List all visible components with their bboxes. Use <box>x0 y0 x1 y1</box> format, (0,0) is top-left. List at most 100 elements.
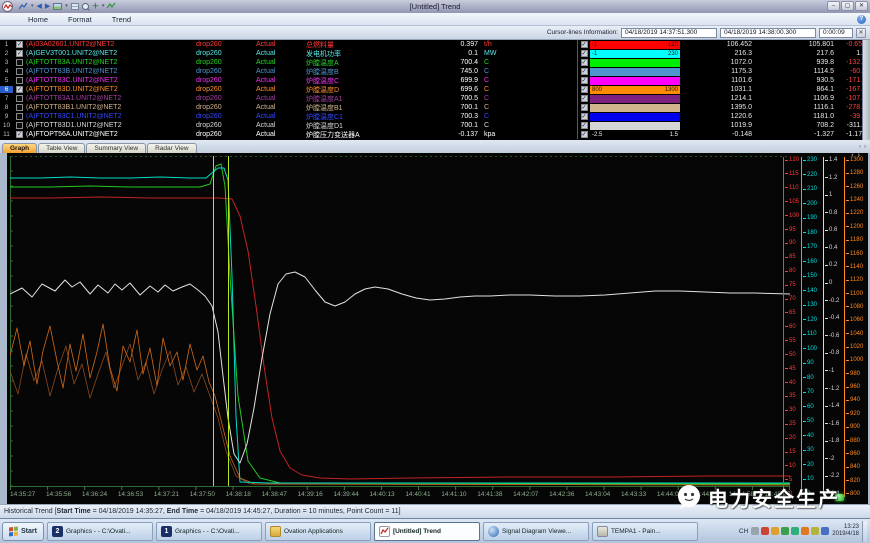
pen-checkbox[interactable] <box>16 104 23 111</box>
start-button[interactable]: Start <box>2 522 44 541</box>
page-right-icon[interactable]: › <box>858 152 860 159</box>
axis-tick: 30 <box>785 407 798 413</box>
pen-color-swatch[interactable]: -1120 <box>590 41 680 49</box>
tab-summary-view[interactable]: Summary View <box>86 143 146 153</box>
row-number[interactable]: 7 <box>0 95 13 102</box>
folder-icon <box>270 526 281 537</box>
axis-tick-label: 1.4 <box>829 157 837 163</box>
taskbar-button[interactable]: 1Graphics - - C:\Ovati... <box>156 522 262 541</box>
tray-icon[interactable] <box>791 527 799 535</box>
row-number[interactable]: 9 <box>0 113 13 120</box>
pen-checkbox[interactable] <box>16 95 23 102</box>
row-number[interactable]: 11 <box>0 131 13 138</box>
axis-tick-label: 150 <box>807 273 817 279</box>
tray-icon[interactable] <box>771 527 779 535</box>
time-tick-label: 14:41:38 <box>477 491 502 498</box>
pen-color-swatch[interactable] <box>590 68 680 76</box>
pen-mode: Actual <box>256 50 306 57</box>
tab-scroll-right-icon[interactable]: › <box>864 144 866 150</box>
pen-visible-checkbox[interactable]: ✓ <box>581 122 588 129</box>
table-scrollbar[interactable] <box>862 40 870 140</box>
pen-visible-checkbox[interactable]: ✓ <box>581 77 588 84</box>
pen-color-swatch[interactable]: -2.51.5 <box>590 131 680 139</box>
tray-icon[interactable] <box>801 527 809 535</box>
pen-color-swatch[interactable] <box>590 113 680 121</box>
signal-icon <box>488 526 499 537</box>
tray-icon[interactable] <box>781 527 789 535</box>
pen-checkbox[interactable]: ✓ <box>16 86 23 93</box>
pen-color-swatch[interactable]: -1230 <box>590 50 680 58</box>
pen-checkbox[interactable] <box>16 68 23 75</box>
scale-max: 230 <box>668 51 678 57</box>
axis-tick-label: 85 <box>789 254 796 260</box>
pen-checkbox[interactable]: ✓ <box>16 41 23 48</box>
row-number[interactable]: 5 <box>0 77 13 84</box>
tab-radar-view[interactable]: Radar View <box>147 143 196 153</box>
pen-visible-checkbox[interactable]: ✓ <box>581 113 588 120</box>
pen-checkbox[interactable] <box>16 59 23 66</box>
menu-trend[interactable]: Trend <box>112 15 131 24</box>
maximize-button[interactable]: ▢ <box>841 1 854 11</box>
show-desktop-button[interactable] <box>862 521 867 542</box>
tray-icon[interactable] <box>821 527 829 535</box>
taskbar-clock[interactable]: 13:232019/4/18 <box>832 524 859 538</box>
tab-graph[interactable]: Graph <box>2 143 37 153</box>
cursor1-time-field[interactable]: 04/18/2019 14:37:51.300 <box>621 28 717 38</box>
menu-home[interactable]: Home <box>28 15 48 24</box>
axis-tick: 120 <box>803 317 820 323</box>
pen-visible-checkbox[interactable]: ✓ <box>581 59 588 66</box>
close-cursor-info-icon[interactable]: ✕ <box>856 28 866 38</box>
pen-visible-checkbox[interactable]: ✓ <box>581 86 588 93</box>
row-number[interactable]: 3 <box>0 59 13 66</box>
tab-table-view[interactable]: Table View <box>38 143 85 153</box>
taskbar-button[interactable]: [Untitled] Trend <box>374 522 480 541</box>
pen-checkbox[interactable] <box>16 113 23 120</box>
page-left-icon[interactable]: ‹ <box>851 152 853 159</box>
axis-tick-label: 860 <box>850 451 860 457</box>
taskbar-button[interactable]: Signal Diagram Viewe... <box>483 522 589 541</box>
row-number[interactable]: 2 <box>0 50 13 57</box>
menu-format[interactable]: Format <box>68 15 92 24</box>
row-number[interactable]: 8 <box>0 104 13 111</box>
language-indicator[interactable]: CH <box>739 528 748 535</box>
row-number[interactable]: 6 <box>0 86 13 93</box>
windows-flag-icon <box>9 526 18 536</box>
tray-icon[interactable] <box>811 527 819 535</box>
pen-checkbox[interactable]: ✓ <box>16 131 23 138</box>
help-icon[interactable]: ? <box>857 15 866 24</box>
pen-visible-checkbox[interactable]: ✓ <box>581 41 588 48</box>
tab-scroll-left-icon[interactable]: ‹ <box>859 144 861 150</box>
row-number[interactable]: 1 <box>0 41 13 48</box>
pen-color-swatch[interactable] <box>590 104 680 112</box>
close-button[interactable]: ✕ <box>855 1 868 11</box>
pen-color-swatch[interactable] <box>590 77 680 85</box>
pen-color-swatch[interactable] <box>590 122 680 130</box>
row-number[interactable]: 10 <box>0 122 13 129</box>
pen-checkbox[interactable] <box>16 77 23 84</box>
taskbar-button[interactable]: Ovation Applications <box>265 522 371 541</box>
axis-tick: 110 <box>803 331 820 337</box>
graph-canvas[interactable]: 14:35:2714:35:5614:36:2414:36:5314:37:21… <box>7 153 868 504</box>
pen-visible-checkbox[interactable]: ✓ <box>581 50 588 57</box>
axis-tick-label: 50 <box>789 352 796 358</box>
pen-checkbox[interactable] <box>16 122 23 129</box>
pen-color-swatch[interactable] <box>590 95 680 103</box>
pen-visible-checkbox[interactable]: ✓ <box>581 104 588 111</box>
row-number[interactable]: 4 <box>0 68 13 75</box>
pen-color-swatch[interactable] <box>590 59 680 67</box>
axis-tick: 25 <box>785 421 798 427</box>
pen-checkbox[interactable]: ✓ <box>16 50 23 57</box>
pen-color-swatch[interactable]: 8001300 <box>590 86 680 94</box>
tray-icon[interactable] <box>761 527 769 535</box>
series-total-fuel <box>10 197 790 479</box>
taskbar-button[interactable]: TEMPA1 - Pain... <box>592 522 698 541</box>
cursor-delta-field[interactable]: 0:00:09 <box>819 28 853 38</box>
cursor2-time-field[interactable]: 04/18/2019 14:38:00.300 <box>720 28 816 38</box>
tray-icon[interactable] <box>751 527 759 535</box>
minimize-button[interactable]: – <box>827 1 840 11</box>
pen-visible-checkbox[interactable]: ✓ <box>581 68 588 75</box>
axis-tick-label: -1.8 <box>829 438 839 444</box>
pen-visible-checkbox[interactable]: ✓ <box>581 131 588 138</box>
pen-visible-checkbox[interactable]: ✓ <box>581 95 588 102</box>
taskbar-button[interactable]: 2Graphics - - C:\Ovati... <box>47 522 153 541</box>
